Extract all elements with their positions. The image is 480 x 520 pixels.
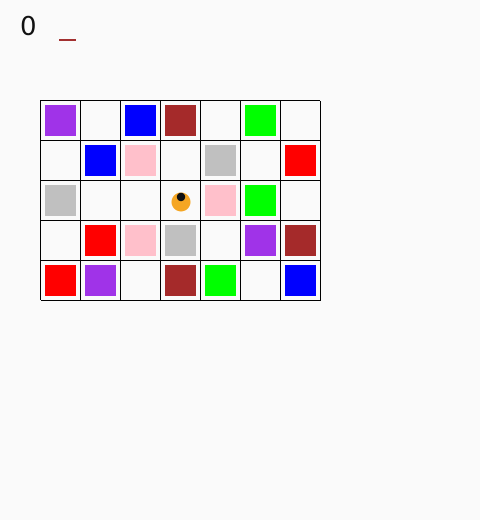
board-cell-r0-c4[interactable]: [201, 101, 241, 141]
purple-tile: [85, 265, 116, 296]
board-cell-r0-c3[interactable]: [161, 101, 201, 141]
green-tile: [205, 265, 236, 296]
player-icon: [171, 192, 191, 212]
board-cell-r0-c1[interactable]: [81, 101, 121, 141]
board-cell-r2-c5[interactable]: [241, 181, 281, 221]
board-cell-r1-c0[interactable]: [41, 141, 81, 181]
board-cell-r3-c1[interactable]: [81, 221, 121, 261]
board-cell-r2-c4[interactable]: [201, 181, 241, 221]
score-counter: 0: [20, 12, 37, 42]
pink-tile: [125, 145, 156, 176]
board-cell-r3-c2[interactable]: [121, 221, 161, 261]
board-cell-r4-c1[interactable]: [81, 261, 121, 301]
board-cell-r4-c2[interactable]: [121, 261, 161, 301]
blue-tile: [125, 105, 156, 136]
board-cell-r4-c0[interactable]: [41, 261, 81, 301]
board-cell-r0-c0[interactable]: [41, 101, 81, 141]
pink-tile: [125, 225, 156, 256]
hud: 0: [20, 12, 76, 44]
board-cell-r3-c4[interactable]: [201, 221, 241, 261]
board-cell-r2-c1[interactable]: [81, 181, 121, 221]
green-tile: [245, 105, 276, 136]
board-cell-r0-c2[interactable]: [121, 101, 161, 141]
board-cell-r4-c6[interactable]: [281, 261, 321, 301]
red-tile: [85, 225, 116, 256]
board-cell-r1-c1[interactable]: [81, 141, 121, 181]
brown-tile: [165, 265, 196, 296]
board-cell-r1-c5[interactable]: [241, 141, 281, 181]
cursor-marker: [58, 39, 76, 41]
board-cell-r4-c4[interactable]: [201, 261, 241, 301]
purple-tile: [245, 225, 276, 256]
board-cell-r3-c5[interactable]: [241, 221, 281, 261]
green-tile: [245, 185, 276, 216]
board-cell-r2-c2[interactable]: [121, 181, 161, 221]
blue-tile: [285, 265, 316, 296]
red-tile: [285, 145, 316, 176]
board-cell-r0-c6[interactable]: [281, 101, 321, 141]
brown-tile: [285, 225, 316, 256]
purple-tile: [45, 105, 76, 136]
gray-tile: [45, 185, 76, 216]
board-cell-r4-c5[interactable]: [241, 261, 281, 301]
board-cell-r3-c6[interactable]: [281, 221, 321, 261]
board-cell-r4-c3[interactable]: [161, 261, 201, 301]
red-tile: [45, 265, 76, 296]
board-cell-r1-c6[interactable]: [281, 141, 321, 181]
blue-tile: [85, 145, 116, 176]
board-cell-r1-c4[interactable]: [201, 141, 241, 181]
board-cell-r2-c6[interactable]: [281, 181, 321, 221]
gray-tile: [165, 225, 196, 256]
board-cell-r3-c3[interactable]: [161, 221, 201, 261]
gray-tile: [205, 145, 236, 176]
board-cell-r2-c3[interactable]: [161, 181, 201, 221]
brown-tile: [165, 105, 196, 136]
board-cell-r0-c5[interactable]: [241, 101, 281, 141]
board-cell-r1-c3[interactable]: [161, 141, 201, 181]
board-cell-r2-c0[interactable]: [41, 181, 81, 221]
pink-tile: [205, 185, 236, 216]
board-cell-r3-c0[interactable]: [41, 221, 81, 261]
board-cell-r1-c2[interactable]: [121, 141, 161, 181]
game-board: [40, 100, 321, 301]
